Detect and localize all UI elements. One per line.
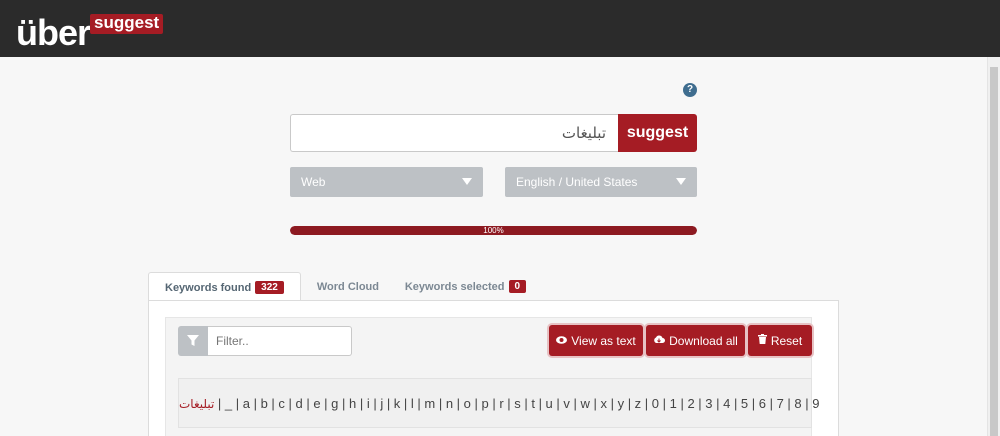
tab-keywords-selected[interactable]: Keywords selected 0 [389,272,542,301]
reset-label: Reset [770,333,803,348]
scrollbar-thumb[interactable] [990,67,998,436]
reset-button[interactable]: Reset [748,325,812,356]
keyword-input[interactable] [290,114,618,152]
progress-label: 100% [483,226,504,235]
ubersuggest-logo[interactable]: über suggest [16,12,164,53]
results-toolbar-area: View as text Download all Reset تبليغات … [165,317,819,436]
keywords-found-badge: 322 [255,281,284,294]
source-select-value: Web [301,175,326,189]
tab-label: Keywords selected [404,280,505,293]
search-bar: suggest [290,114,697,152]
language-select[interactable]: English / United States [505,167,697,197]
caret-down-icon [676,178,686,185]
view-as-text-button[interactable]: View as text [549,325,643,356]
alphabet-navigation: تبليغات | _ | a | b | c | d | e | g | h … [178,378,819,428]
view-as-text-label: View as text [571,333,636,348]
results-tabs: Keywords found 322 Word Cloud Keywords s… [148,272,542,302]
cloud-download-icon [653,335,666,347]
page-scrollbar[interactable] [987,57,1000,436]
caret-down-icon [462,178,472,185]
download-all-label: Download all [669,333,738,348]
top-bar: über suggest [0,0,1000,57]
keywords-selected-badge: 0 [508,280,527,293]
language-select-value: English / United States [516,175,638,189]
logo-text-sub: suggest [90,14,164,34]
source-select[interactable]: Web [290,167,483,197]
filter-input[interactable] [208,326,352,356]
alphabet-term-link[interactable]: تبليغات [179,397,214,411]
tab-label: Keywords found [165,281,252,294]
tab-label: Word Cloud [316,280,379,293]
logo-text-main: über [16,12,91,53]
funnel-icon [178,326,208,356]
results-panel: View as text Download all Reset تبليغات … [148,300,839,436]
filter-group [178,326,352,356]
trash-icon [757,334,767,347]
suggest-button[interactable]: suggest [618,114,697,152]
alphabet-letters[interactable]: | _ | a | b | c | d | e | g | h | i | j … [218,396,820,411]
download-all-button[interactable]: Download all [646,325,745,356]
tab-word-cloud[interactable]: Word Cloud [301,272,389,301]
tab-keywords-found[interactable]: Keywords found 322 [148,272,301,302]
help-icon[interactable]: ? [683,83,697,97]
eye-icon [556,335,568,347]
